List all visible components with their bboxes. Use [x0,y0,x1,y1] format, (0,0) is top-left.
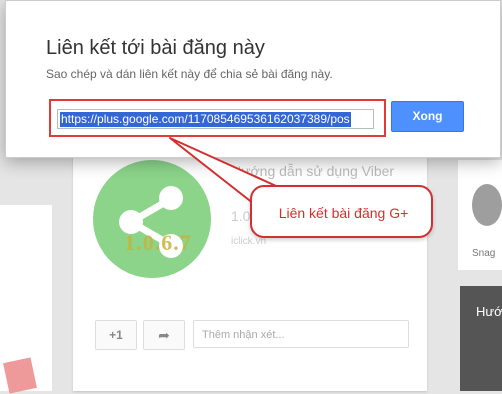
dialog-subtitle: Sao chép và dán liên kết này để chia sẻ … [46,67,333,81]
background-red-thumbnail [3,357,37,394]
background-right-dark-card: Hướ [460,286,502,391]
dark-card-text: Hướ [476,304,502,319]
comment-input[interactable]: Thêm nhận xét... [193,320,409,348]
avatar[interactable] [472,184,502,226]
share-icon [119,186,183,258]
callout-bubble: Liên kết bài đăng G+ [250,185,433,238]
background-right-card: Snag [458,160,502,270]
link-to-post-dialog: Liên kết tới bài đăng này Sao chép và dá… [5,0,501,158]
plus-one-button[interactable]: +1 [95,320,137,350]
share-arrow-icon: ➦ [158,327,170,343]
share-button[interactable]: ➦ [143,320,185,350]
post-url-field[interactable]: https://plus.google.com/1170854695361620… [57,109,374,129]
dialog-title: Liên kết tới bài đăng này [46,37,265,59]
done-button[interactable]: Xong [391,101,464,132]
right-card-name: Snag [472,248,496,259]
post-thumbnail: 1.0.6.7 [93,160,211,278]
post-title[interactable]: Hướng dẫn sử dụng Viber [231,162,421,180]
post-url-selected-text[interactable]: https://plus.google.com/1170854695361620… [60,112,351,127]
callout-text: Liên kết bài đăng G+ [278,205,409,221]
thumbnail-version-text: 1.0.6.7 [124,230,192,255]
